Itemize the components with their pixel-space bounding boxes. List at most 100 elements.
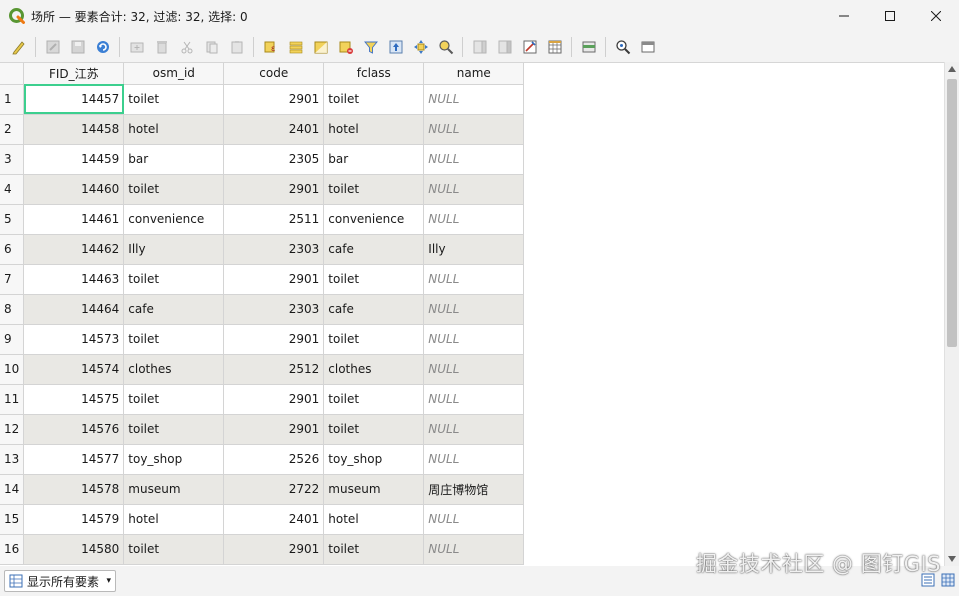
cell-fclass[interactable]: toilet — [323, 324, 425, 355]
cell-fid[interactable]: 14458 — [23, 114, 125, 145]
table-row[interactable]: 14 14578 museum 2722 museum 周庄博物馆 — [0, 474, 525, 505]
cell-fclass[interactable]: cafe — [323, 234, 425, 265]
cell-fclass[interactable]: bar — [323, 144, 425, 175]
cell-fclass[interactable]: toilet — [323, 264, 425, 295]
table-row[interactable]: 15 14579 hotel 2401 hotel NULL — [0, 504, 525, 535]
delete-field-button[interactable] — [492, 35, 517, 59]
cell-code[interactable]: 2512 — [223, 354, 325, 385]
delete-feature-button[interactable] — [149, 35, 174, 59]
cell-osm-id[interactable]: toilet — [123, 384, 225, 415]
cell-fid[interactable]: 14574 — [23, 354, 125, 385]
cell-name[interactable]: NULL — [423, 354, 525, 385]
cell-fid[interactable]: 14577 — [23, 444, 125, 475]
scrollbar-thumb[interactable] — [947, 79, 957, 347]
dock-button[interactable] — [635, 35, 660, 59]
cut-button[interactable] — [174, 35, 199, 59]
cell-osm-id[interactable]: toilet — [123, 84, 225, 115]
row-header[interactable]: 7 — [0, 264, 25, 295]
row-header[interactable]: 16 — [0, 534, 25, 565]
table-row[interactable]: 13 14577 toy_shop 2526 toy_shop NULL — [0, 444, 525, 475]
row-header[interactable]: 13 — [0, 444, 25, 475]
table-row[interactable]: 11 14575 toilet 2901 toilet NULL — [0, 384, 525, 415]
cell-fid[interactable]: 14578 — [23, 474, 125, 505]
select-by-expression-button[interactable]: ε — [258, 35, 283, 59]
cell-fid[interactable]: 14579 — [23, 504, 125, 535]
cell-code[interactable]: 2303 — [223, 294, 325, 325]
select-all-button[interactable] — [283, 35, 308, 59]
cell-osm-id[interactable]: hotel — [123, 504, 225, 535]
add-feature-button[interactable] — [124, 35, 149, 59]
row-header[interactable]: 14 — [0, 474, 25, 505]
scroll-down-icon[interactable] — [948, 556, 956, 562]
cell-fclass[interactable]: convenience — [323, 204, 425, 235]
cell-code[interactable]: 2901 — [223, 84, 325, 115]
cell-code[interactable]: 2901 — [223, 414, 325, 445]
cell-osm-id[interactable]: convenience — [123, 204, 225, 235]
column-header-code[interactable]: code — [223, 63, 325, 85]
maximize-button[interactable] — [867, 0, 913, 32]
table-row[interactable]: 12 14576 toilet 2901 toilet NULL — [0, 414, 525, 445]
cell-fclass[interactable]: museum — [323, 474, 425, 505]
row-header[interactable]: 9 — [0, 324, 25, 355]
row-header[interactable]: 11 — [0, 384, 25, 415]
cell-fid[interactable]: 14575 — [23, 384, 125, 415]
cell-osm-id[interactable]: museum — [123, 474, 225, 505]
cell-name[interactable]: NULL — [423, 414, 525, 445]
pan-to-selected-button[interactable] — [408, 35, 433, 59]
cell-osm-id[interactable]: toy_shop — [123, 444, 225, 475]
cell-fclass[interactable]: toy_shop — [323, 444, 425, 475]
actions-button[interactable] — [610, 35, 635, 59]
cell-fid[interactable]: 14461 — [23, 204, 125, 235]
row-header[interactable]: 3 — [0, 144, 25, 175]
cell-name[interactable]: NULL — [423, 144, 525, 175]
new-field-button[interactable] — [467, 35, 492, 59]
cell-name[interactable]: NULL — [423, 444, 525, 475]
cell-name[interactable]: NULL — [423, 264, 525, 295]
cell-code[interactable]: 2901 — [223, 534, 325, 565]
cell-osm-id[interactable]: toilet — [123, 534, 225, 565]
cell-name[interactable]: NULL — [423, 294, 525, 325]
corner-header[interactable] — [0, 63, 25, 85]
cell-fclass[interactable]: cafe — [323, 294, 425, 325]
cell-fclass[interactable]: toilet — [323, 174, 425, 205]
cell-code[interactable]: 2401 — [223, 114, 325, 145]
toggle-editing-button[interactable] — [6, 35, 31, 59]
move-selection-top-button[interactable] — [383, 35, 408, 59]
filter-select-button[interactable] — [358, 35, 383, 59]
cell-code[interactable]: 2303 — [223, 234, 325, 265]
column-header-fid[interactable]: FID_江苏 — [23, 63, 125, 85]
cell-code[interactable]: 2305 — [223, 144, 325, 175]
cell-fid[interactable]: 14459 — [23, 144, 125, 175]
cell-osm-id[interactable]: toilet — [123, 414, 225, 445]
zoom-to-selected-button[interactable] — [433, 35, 458, 59]
table-row[interactable]: 7 14463 toilet 2901 toilet NULL — [0, 264, 525, 295]
row-header[interactable]: 12 — [0, 414, 25, 445]
table-row[interactable]: 4 14460 toilet 2901 toilet NULL — [0, 174, 525, 205]
cell-osm-id[interactable]: Illy — [123, 234, 225, 265]
row-header[interactable]: 10 — [0, 354, 25, 385]
cell-name[interactable]: NULL — [423, 384, 525, 415]
cell-name[interactable]: NULL — [423, 174, 525, 205]
cell-osm-id[interactable]: toilet — [123, 324, 225, 355]
table-row[interactable]: 5 14461 convenience 2511 convenience NULL — [0, 204, 525, 235]
row-header[interactable]: 4 — [0, 174, 25, 205]
cell-code[interactable]: 2526 — [223, 444, 325, 475]
table-row[interactable]: 8 14464 cafe 2303 cafe NULL — [0, 294, 525, 325]
cell-fclass[interactable]: hotel — [323, 504, 425, 535]
conditional-formatting-button[interactable] — [542, 35, 567, 59]
reload-button[interactable] — [90, 35, 115, 59]
cell-name[interactable]: NULL — [423, 534, 525, 565]
row-header[interactable]: 2 — [0, 114, 25, 145]
cell-name[interactable]: 周庄博物馆 — [423, 474, 525, 505]
table-row[interactable]: 16 14580 toilet 2901 toilet NULL — [0, 534, 525, 565]
cell-fclass[interactable]: toilet — [323, 84, 425, 115]
cell-osm-id[interactable]: bar — [123, 144, 225, 175]
cell-fid[interactable]: 14460 — [23, 174, 125, 205]
cell-osm-id[interactable]: hotel — [123, 114, 225, 145]
cell-code[interactable]: 2901 — [223, 324, 325, 355]
cell-fid[interactable]: 14573 — [23, 324, 125, 355]
cell-code[interactable]: 2901 — [223, 174, 325, 205]
dock-table-button[interactable] — [576, 35, 601, 59]
copy-button[interactable] — [199, 35, 224, 59]
row-header[interactable]: 15 — [0, 504, 25, 535]
